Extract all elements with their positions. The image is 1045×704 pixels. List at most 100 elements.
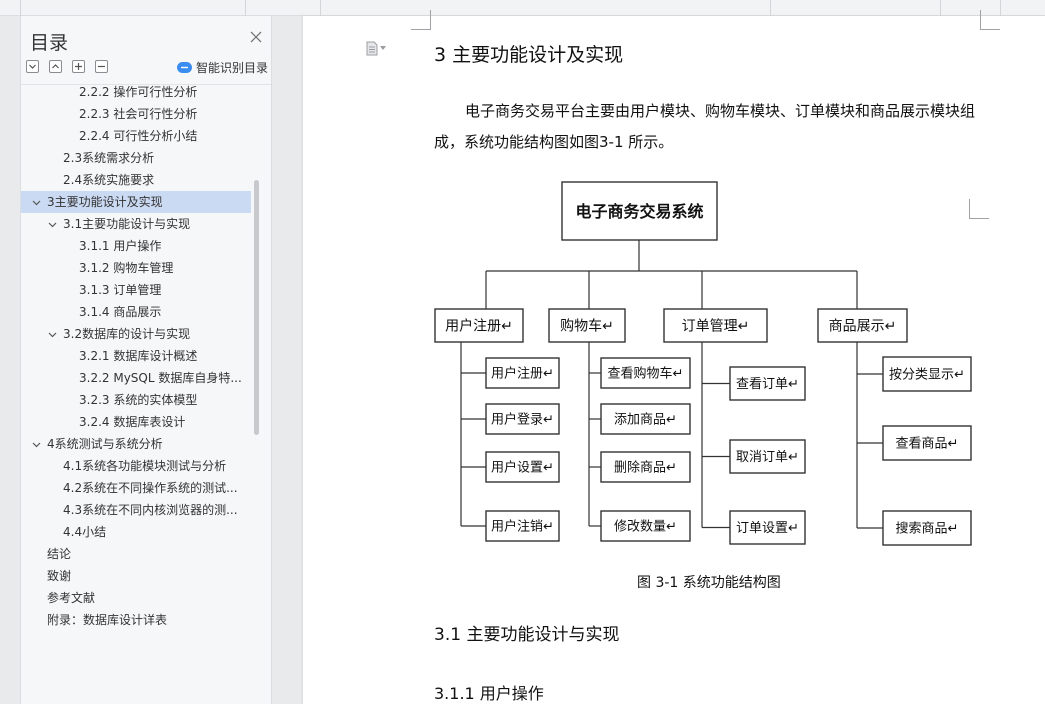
top-ruler <box>0 0 1045 16</box>
outline-item-label: 结论 <box>47 547 72 561</box>
page-corner-mark <box>411 10 431 30</box>
outline-item[interactable]: 3.1主要功能设计与实现 <box>21 213 271 235</box>
child-node-label: 用户注册↵ <box>491 366 554 382</box>
outline-item[interactable]: 4.4小结 <box>21 521 271 543</box>
outline-item-label: 3.1.1 用户操作 <box>79 239 162 253</box>
child-node-label: 删除商品↵ <box>614 461 677 476</box>
outline-item[interactable]: 3.1.3 订单管理 <box>21 279 271 301</box>
outline-item[interactable]: 4.3系统在不同内核浏览器的测... <box>21 499 271 521</box>
chevron-down-icon[interactable] <box>32 198 41 207</box>
ruler-tick <box>1000 0 1001 16</box>
root-node-label: 电子商务交易系统 <box>575 202 703 221</box>
outline-item-label: 4.4小结 <box>63 525 107 539</box>
outline-item-label: 3.2.4 数据库表设计 <box>79 415 186 429</box>
chevron-down-icon <box>29 64 36 69</box>
outline-item[interactable]: 3.2.2 MySQL 数据库自身特... <box>21 367 271 389</box>
outline-item[interactable]: 4.2系统在不同操作系统的测试... <box>21 477 271 499</box>
chevron-down-icon[interactable] <box>32 440 41 449</box>
outline-item[interactable]: 2.3系统需求分析 <box>21 147 271 169</box>
outline-item-label: 3.2.1 数据库设计概述 <box>79 349 198 363</box>
child-node-label: 修改数量↵ <box>614 520 677 535</box>
ruler-tick <box>770 0 771 16</box>
collapse-all-button[interactable] <box>49 60 62 73</box>
child-node-label: 查看购物车↵ <box>608 366 684 382</box>
chevron-down-icon[interactable] <box>48 330 57 339</box>
close-icon[interactable] <box>249 30 263 44</box>
smart-toc-button[interactable]: 智能识别目录 <box>176 59 268 76</box>
outline-list-viewport: 2.2.2 操作可行性分析 2.2.3 社会可行性分析 2.2.4 可行性分析小结 2… <box>21 84 271 704</box>
child-node-label: 用户登录↵ <box>491 412 554 428</box>
add-heading-button[interactable] <box>72 60 85 73</box>
outline-item[interactable]: 2.2.2 操作可行性分析 <box>21 85 271 103</box>
outline-item[interactable]: 4系统测试与系统分析 <box>21 433 271 455</box>
outline-list: 2.2.2 操作可行性分析 2.2.3 社会可行性分析 2.2.4 可行性分析小结 2… <box>21 85 271 631</box>
outline-item-label: 3.1主要功能设计与实现 <box>63 217 191 231</box>
outline-item[interactable]: 3.2数据库的设计与实现 <box>21 323 271 345</box>
child-node-label: 查看订单↵ <box>736 376 799 392</box>
outline-item[interactable]: 3.2.1 数据库设计概述 <box>21 345 271 367</box>
ruler-tick <box>940 0 941 16</box>
plus-icon <box>75 63 82 70</box>
child-node-label: 用户设置↵ <box>491 460 554 476</box>
minus-icon <box>98 65 105 68</box>
outline-item[interactable]: 4.1系统各功能模块测试与分析 <box>21 455 271 477</box>
ruler-tick <box>20 0 21 16</box>
outline-panel: 目录 智能识别目录 2.2.2 操作可行性分析 2.2.3 社会可行性分析 2.2.… <box>20 16 272 704</box>
outline-item-label: 3.1.2 购物车管理 <box>79 261 174 275</box>
chevron-up-icon <box>52 64 59 69</box>
outline-item[interactable]: 3.1.2 购物车管理 <box>21 257 271 279</box>
outline-item[interactable]: 致谢 <box>21 565 271 587</box>
page-corner-mark <box>980 10 1000 30</box>
outline-item[interactable]: 3.1.1 用户操作 <box>21 235 271 257</box>
outline-item-label: 2.4系统实施要求 <box>63 173 155 187</box>
outline-item[interactable]: 2.2.3 社会可行性分析 <box>21 103 271 125</box>
outline-item-label: 4.1系统各功能模块测试与分析 <box>63 459 227 473</box>
outline-item-label: 2.2.3 社会可行性分析 <box>79 107 198 121</box>
outline-item-label: 2.2.4 可行性分析小结 <box>79 129 198 143</box>
outline-item-label: 2.2.2 操作可行性分析 <box>79 85 198 99</box>
outline-scrollbar[interactable] <box>254 180 259 435</box>
ruler-tick <box>245 0 246 16</box>
document-icon <box>366 41 378 55</box>
paragraph-format-menu[interactable] <box>366 40 392 56</box>
child-node-label: 添加商品↵ <box>614 413 677 428</box>
ruler-tick <box>320 0 321 16</box>
outline-item[interactable]: 结论 <box>21 543 271 565</box>
outline-item[interactable]: 参考文献 <box>21 587 271 609</box>
subsection-heading: 3.1.1 用户操作 <box>434 684 544 703</box>
outline-item[interactable]: 3主要功能设计及实现 <box>21 191 251 213</box>
module-node-label: 订单管理↵ <box>682 319 750 335</box>
chapter-heading: 3 主要功能设计及实现 <box>434 44 624 66</box>
module-node-label: 商品展示↵ <box>829 319 897 335</box>
outline-item-label: 2.3系统需求分析 <box>63 151 155 165</box>
outline-item[interactable]: 2.4系统实施要求 <box>21 169 271 191</box>
chevron-down-icon[interactable] <box>48 220 57 229</box>
child-node-label: 用户注销↵ <box>491 519 554 535</box>
child-node-label: 按分类显示↵ <box>889 368 965 383</box>
outline-item-label: 3.1.4 商品展示 <box>79 305 162 319</box>
outline-item[interactable]: 附录：数据库设计详表 <box>21 609 271 631</box>
body-paragraph: 电子商务交易平台主要由用户模块、购物车模块、订单模块和商品展示模块组成，系统功能… <box>434 102 976 151</box>
outline-item[interactable]: 2.2.4 可行性分析小结 <box>21 125 271 147</box>
remove-heading-button[interactable] <box>95 60 108 73</box>
child-node-label: 查看商品↵ <box>896 436 959 452</box>
outline-item-label: 附录：数据库设计详表 <box>47 613 168 627</box>
child-node-label: 订单设置↵ <box>736 521 799 536</box>
outline-item[interactable]: 3.2.3 系统的实体模型 <box>21 389 271 411</box>
caret-down-icon <box>380 46 386 50</box>
section-heading: 3.1 主要功能设计与实现 <box>434 625 620 645</box>
expand-all-button[interactable] <box>26 60 39 73</box>
child-node-label: 取消订单↵ <box>736 450 799 465</box>
module-node-label: 用户注册↵ <box>445 318 513 335</box>
child-node-label: 搜索商品↵ <box>896 522 959 537</box>
document-page[interactable]: 3 主要功能设计及实现 电子商务交易平台主要由用户模块、购物车模块、订单模块和商… <box>303 10 1045 704</box>
document-area: 3 主要功能设计及实现 电子商务交易平台主要由用户模块、购物车模块、订单模块和商… <box>272 10 1045 704</box>
figure-caption: 图 3-1 系统功能结构图 <box>637 575 781 591</box>
outline-toolbar <box>26 60 108 73</box>
outline-item[interactable]: 3.1.4 商品展示 <box>21 301 271 323</box>
outline-item[interactable]: 3.2.4 数据库表设计 <box>21 411 271 433</box>
function-structure-diagram: 电子商务交易系统用户注册↵ 用户注册↵ 用户登录↵ 用户设置↵ 用户注销↵ 购物车↵ 查看购… <box>434 181 972 546</box>
outline-item-label: 3.2.3 系统的实体模型 <box>79 393 198 407</box>
outline-item-label: 4.2系统在不同操作系统的测试... <box>63 481 238 495</box>
outline-item-label: 3.2.2 MySQL 数据库自身特... <box>79 371 242 385</box>
